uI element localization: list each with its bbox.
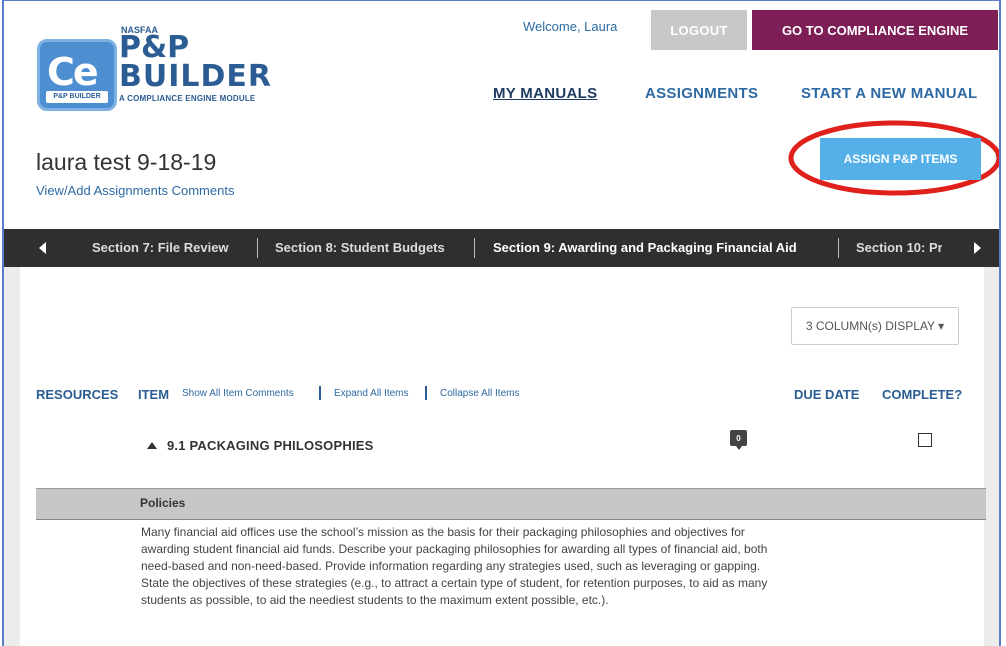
view-add-assignments-comments-link[interactable]: View/Add Assignments Comments <box>36 183 234 198</box>
collapse-triangle-icon[interactable] <box>147 442 157 449</box>
section-nav-bar: Section 7: File Review Section 8: Studen… <box>4 229 999 267</box>
chevron-left-icon[interactable] <box>39 242 46 254</box>
tab-section-7[interactable]: Section 7: File Review <box>92 240 229 255</box>
link-divider <box>319 386 321 400</box>
chevron-right-icon[interactable] <box>974 242 981 254</box>
complete-checkbox[interactable] <box>918 433 932 447</box>
welcome-text: Welcome, Laura <box>523 19 618 34</box>
item-title: 9.1 PACKAGING PHILOSOPHIES <box>167 438 374 453</box>
assign-pp-items-button[interactable]: ASSIGN P&P ITEMS <box>820 138 981 180</box>
column-display-dropdown[interactable]: 3 COLUMN(s) DISPLAY ▾ <box>791 307 959 345</box>
item-9-1-row[interactable]: 9.1 PACKAGING PHILOSOPHIES <box>147 438 374 453</box>
column-header-complete: COMPLETE? <box>882 387 963 402</box>
nav-start-new-manual[interactable]: START A NEW MANUAL <box>801 85 978 102</box>
logout-button[interactable]: LOGOUT <box>651 10 747 50</box>
tab-section-10[interactable]: Section 10: Pr <box>856 240 942 255</box>
content-gutter-left <box>4 267 20 646</box>
tab-section-8[interactable]: Section 8: Student Budgets <box>275 240 445 255</box>
link-divider <box>425 386 427 400</box>
logo-builder: BUILDER <box>119 59 273 94</box>
go-to-compliance-engine-button[interactable]: GO TO COMPLIANCE ENGINE <box>752 10 998 50</box>
policies-label: Policies <box>140 496 186 510</box>
comment-count-badge[interactable]: 0 <box>730 430 747 450</box>
column-header-due-date: DUE DATE <box>794 387 860 402</box>
policies-header-bar: Policies <box>36 488 986 520</box>
ce-logo-text: Ce <box>47 50 99 94</box>
content-gutter-right <box>984 267 999 646</box>
logo-module-text: A COMPLIANCE ENGINE MODULE <box>119 94 256 103</box>
section-divider <box>838 238 839 258</box>
nav-my-manuals[interactable]: MY MANUALS <box>493 85 597 102</box>
policy-description: Many financial aid offices use the schoo… <box>141 525 768 607</box>
column-header-resources: RESOURCES <box>36 387 119 402</box>
expand-all-items-link[interactable]: Expand All Items <box>334 388 408 399</box>
manual-title: laura test 9-18-19 <box>36 149 217 175</box>
section-divider <box>474 238 475 258</box>
pp-builder-logo[interactable]: Ce P&P BUILDER NASFAA P&P BUILDER A COMP… <box>37 25 277 122</box>
show-all-item-comments-link[interactable]: Show All Item Comments <box>182 388 294 399</box>
ce-logo-badge: P&P BUILDER <box>46 91 108 103</box>
app-frame: Welcome, Laura LOGOUT GO TO COMPLIANCE E… <box>2 0 1001 646</box>
ce-logo-icon: Ce P&P BUILDER <box>37 39 117 111</box>
nav-assignments[interactable]: ASSIGNMENTS <box>645 85 758 102</box>
collapse-all-items-link[interactable]: Collapse All Items <box>440 388 519 399</box>
tab-section-9[interactable]: Section 9: Awarding and Packaging Financ… <box>493 240 797 255</box>
column-header-item: ITEM <box>138 387 170 402</box>
section-divider <box>257 238 258 258</box>
